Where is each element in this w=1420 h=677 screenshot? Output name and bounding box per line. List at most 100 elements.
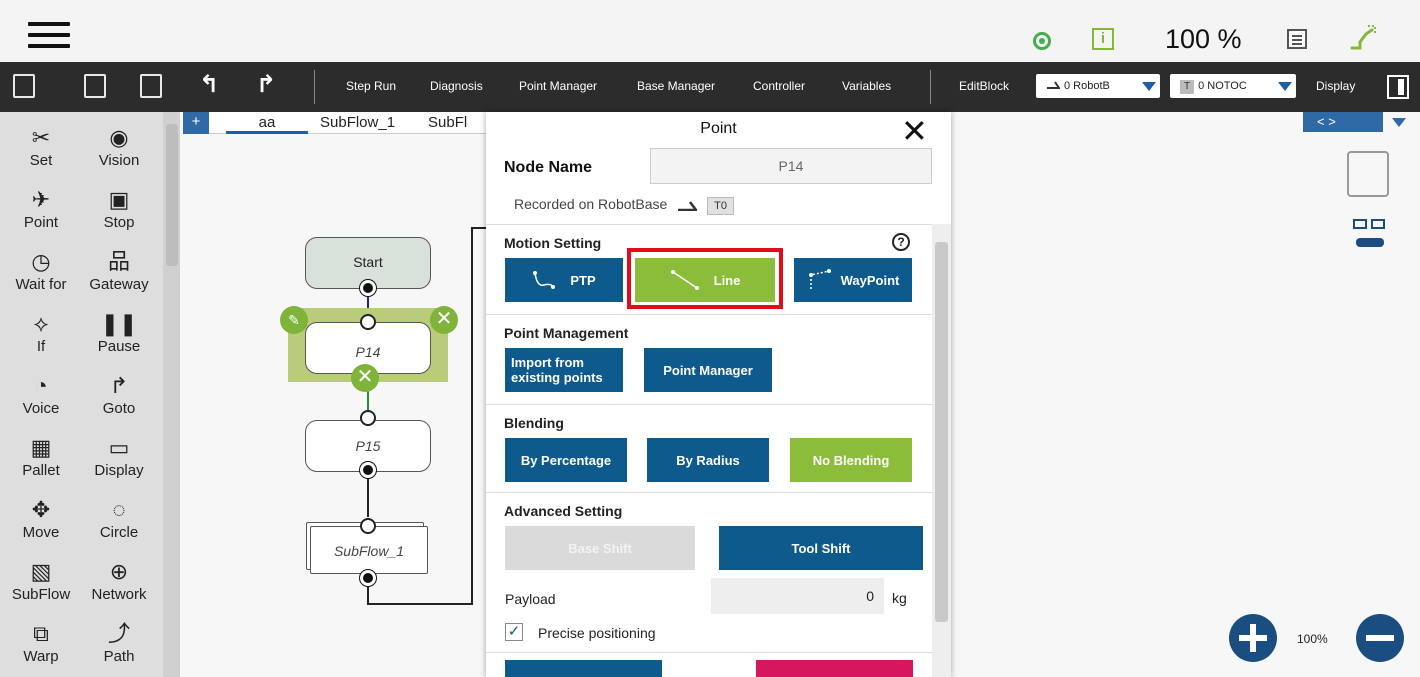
save-file-icon[interactable] (140, 74, 162, 98)
palette-item-voice[interactable]: ◔ Voice (6, 372, 76, 418)
palette-label: Move (22, 524, 60, 541)
palette-scroll-thumb[interactable] (166, 124, 178, 266)
palette-item-warp[interactable]: ⧉ Warp (6, 620, 76, 666)
node-output-port[interactable] (360, 570, 376, 586)
undo-icon[interactable]: ↰ (199, 72, 219, 98)
payload-field[interactable]: 0 (711, 578, 884, 614)
palette-item-display[interactable]: ▭ Display (84, 434, 154, 480)
toolbar-divider (314, 70, 315, 104)
point-manager-dialog-button[interactable]: Point Manager (644, 348, 772, 392)
waypoint-button[interactable]: WayPoint (794, 258, 912, 302)
disconnect-icon[interactable]: ✕ (351, 364, 379, 392)
tool-dropdown-value: 0 NOTOC (1198, 80, 1247, 92)
step-run-button[interactable]: Step Run (346, 79, 396, 93)
zoom-level: 100% (1297, 632, 1328, 646)
palette-item-set[interactable]: ✂ Set (6, 124, 76, 170)
no-blending-button[interactable]: No Blending (790, 438, 912, 482)
by-percentage-button[interactable]: By Percentage (505, 438, 627, 482)
palette-item-subflow[interactable]: ▧ SubFlow (6, 558, 76, 604)
palette-item-pallet[interactable]: ▦ Pallet (6, 434, 76, 480)
new-file-icon[interactable] (13, 74, 35, 98)
tool-badge: T (1180, 80, 1195, 94)
palette-item-goto[interactable]: ↱ Goto (84, 372, 154, 418)
zoom-out-button[interactable] (1356, 614, 1404, 662)
point-manager-button[interactable]: Point Manager (519, 79, 597, 93)
by-radius-button[interactable]: By Radius (647, 438, 769, 482)
info-icon[interactable]: i (1092, 28, 1114, 50)
editblock-button[interactable]: EditBlock (959, 79, 1009, 93)
robot-base-icon (678, 201, 698, 212)
palette-label: Network (91, 586, 147, 603)
tool-dropdown[interactable]: T0 NOTOC (1170, 74, 1296, 98)
palette-item-point[interactable]: ✈ Point (6, 186, 76, 232)
node-input-port[interactable] (360, 410, 376, 426)
precise-positioning-checkbox[interactable]: ✓ (505, 623, 523, 641)
display-panel-icon[interactable] (1387, 75, 1409, 99)
palette-label: Vision (98, 152, 140, 169)
dialog-title: Point (700, 120, 737, 137)
diagnosis-button[interactable]: Diagnosis (430, 79, 483, 93)
delete-node-icon[interactable]: ✕ (430, 306, 458, 334)
node-output-port[interactable] (360, 462, 376, 478)
palette-item-pause[interactable]: ❚❚ Pause (84, 310, 154, 356)
palette-item-wait-for[interactable]: ◷ Wait for (6, 248, 76, 294)
palette-label: Circle (99, 524, 139, 541)
variables-button[interactable]: Variables (842, 79, 891, 93)
toggle-off-icon[interactable] (1352, 218, 1388, 248)
node-name-field[interactable]: P14 (650, 148, 932, 184)
robot-connection-icon[interactable] (1348, 24, 1378, 52)
palette-label: Display (94, 462, 144, 479)
chevron-down-icon (1142, 82, 1156, 91)
cancel-button[interactable] (756, 660, 913, 677)
palette-item-path[interactable]: ⤴ Path (84, 620, 154, 666)
redo-icon[interactable]: ↱ (256, 72, 276, 98)
base-shift-button: Base Shift (505, 526, 695, 570)
node-name-label: Node Name (504, 159, 593, 176)
palette-label: Wait for (15, 276, 67, 293)
dialog-scroll-thumb[interactable] (935, 242, 948, 622)
vision-eye-icon: ◉ (109, 125, 129, 150)
palette-item-circle[interactable]: ◌ Circle (84, 496, 154, 542)
hamburger-menu-icon[interactable] (28, 22, 70, 52)
open-file-icon[interactable] (84, 74, 106, 98)
palette-item-if[interactable]: ⟡ If (6, 310, 76, 356)
tab-nav-arrows[interactable]: < > (1303, 112, 1383, 132)
close-icon[interactable]: ✕ (901, 112, 928, 150)
palette-item-vision[interactable]: ◉ Vision (84, 124, 154, 170)
monitor-icon: ▭ (108, 435, 130, 460)
import-existing-points-button[interactable]: Import from existing points (505, 348, 623, 392)
node-input-port[interactable] (360, 314, 376, 330)
edit-node-icon[interactable]: ✎ (280, 306, 308, 334)
stop-icon: ▣ (108, 187, 130, 212)
base-manager-button[interactable]: Base Manager (637, 79, 715, 93)
speed-indicator[interactable]: 100 % (1165, 24, 1242, 55)
toolbar-divider (930, 70, 931, 104)
controller-button[interactable]: Controller (753, 79, 805, 93)
ptp-button[interactable]: PTP (505, 258, 623, 302)
path-icon: ⤴ (107, 621, 130, 646)
display-button[interactable]: Display (1316, 79, 1355, 93)
node-output-port[interactable] (360, 280, 376, 296)
palette-item-stop[interactable]: ▣ Stop (84, 186, 154, 232)
palette-label: Pallet (22, 462, 60, 479)
eye-icon[interactable] (1033, 32, 1051, 50)
base-dropdown[interactable]: 0 RobotB (1036, 74, 1160, 98)
move-arrows-icon: ✥ (31, 497, 51, 522)
palette-item-gateway[interactable]: 品 Gateway (84, 248, 154, 294)
tool-shift-button[interactable]: Tool Shift (719, 526, 923, 570)
palette-item-network[interactable]: ⊕ Network (84, 558, 154, 604)
node-input-port[interactable] (360, 518, 376, 534)
ok-button[interactable] (505, 660, 662, 677)
waypoint-icon (808, 269, 831, 289)
point-dialog: Point ✕ Node Name P14 Recorded on RobotB… (486, 112, 951, 677)
chevron-down-icon[interactable] (1392, 118, 1406, 127)
palette-item-move[interactable]: ✥ Move (6, 496, 76, 542)
log-icon[interactable] (1287, 29, 1307, 49)
flow-layout-icon[interactable] (1347, 151, 1389, 197)
help-icon[interactable]: ? (892, 233, 910, 251)
tools-icon: ✂ (31, 125, 51, 150)
precise-positioning-label: Precise positioning (538, 625, 656, 641)
if-branch-icon: ⟡ (33, 311, 49, 336)
zoom-in-button[interactable] (1229, 614, 1277, 662)
main-toolbar: ↰ ↱ Step Run Diagnosis Point Manager Bas… (0, 62, 1420, 112)
